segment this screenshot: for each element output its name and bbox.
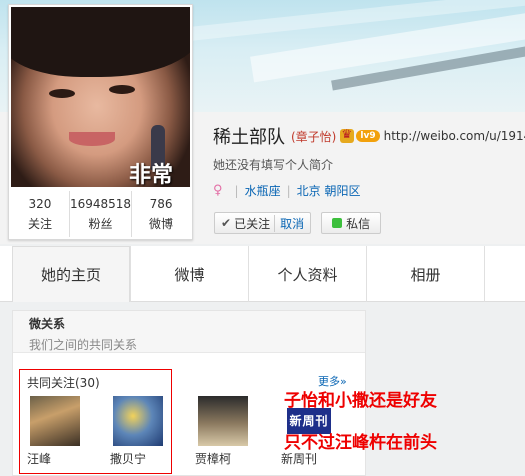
- tab-home[interactable]: 她的主页: [12, 246, 130, 302]
- message-icon: [332, 218, 343, 228]
- profile-real-name: (章子怡): [291, 129, 337, 144]
- stat-label: 粉丝: [88, 217, 113, 231]
- unfollow-link[interactable]: 取消: [274, 214, 304, 232]
- avatar-hair: [11, 7, 190, 77]
- friend-item[interactable]: 撒贝宁: [110, 396, 166, 467]
- relations-subtitle: 我们之间的共同关系: [29, 338, 138, 352]
- tab-more[interactable]: [484, 246, 524, 302]
- annotation-text: 子怡和小撒还是好友: [284, 391, 437, 411]
- friend-avatar[interactable]: [113, 396, 163, 446]
- constellation-link[interactable]: 水瓶座: [245, 182, 281, 199]
- stat-followers[interactable]: 16948518 粉丝: [69, 191, 133, 237]
- relations-header: 微关系 我们之间的共同关系: [13, 311, 365, 353]
- friend-item[interactable]: 汪峰: [27, 396, 83, 467]
- tab-weibo[interactable]: 微博: [130, 246, 248, 302]
- divider: |: [286, 183, 291, 198]
- stat-value: 786: [149, 197, 173, 211]
- avatar-poster-text: 非常: [129, 162, 174, 187]
- stat-weibo-count[interactable]: 786 微博: [132, 191, 190, 237]
- followed-button[interactable]: ✔ 已关注 取消: [214, 212, 312, 234]
- avatar-card: 非常 320 关注 16948518 粉丝 786 微博: [8, 4, 193, 240]
- tab-album[interactable]: 相册: [366, 246, 484, 302]
- profile-bio: 她还没有填写个人简介: [213, 158, 334, 172]
- annotation-text: 只不过汪峰杵在前头: [284, 433, 437, 453]
- check-icon: ✔: [221, 216, 232, 230]
- level-badge[interactable]: lv9: [356, 130, 380, 142]
- stat-value: 320: [28, 197, 52, 211]
- avatar-eye: [109, 85, 135, 94]
- friend-avatar[interactable]: [30, 396, 80, 446]
- friend-avatar[interactable]: [198, 396, 248, 446]
- profile-url[interactable]: http://weibo.com/u/1914: [384, 129, 525, 143]
- profile-actions: ✔ 已关注 取消 私信: [214, 212, 382, 234]
- friend-name[interactable]: 贾樟柯: [195, 450, 251, 467]
- profile-stats: 320 关注 16948518 粉丝 786 微博: [11, 191, 190, 237]
- stat-label: 关注: [27, 217, 52, 231]
- avatar-mouth: [69, 132, 115, 146]
- divider: |: [234, 183, 239, 198]
- avatar[interactable]: 非常: [11, 7, 190, 187]
- friend-name[interactable]: 汪峰: [27, 450, 83, 467]
- relations-title: 微关系: [29, 317, 66, 331]
- stat-value: 16948518: [69, 197, 132, 211]
- location-link[interactable]: 北京 朝阳区: [297, 182, 361, 199]
- followed-label: 已关注: [234, 216, 271, 231]
- female-icon: ♀: [213, 183, 223, 198]
- crown-icon[interactable]: [340, 127, 355, 143]
- profile-name-row: 稀土部队 (章子怡) lv9 http://weibo.com/u/1914: [213, 124, 525, 148]
- avatar-eye: [49, 89, 75, 98]
- message-button[interactable]: 私信: [321, 212, 382, 234]
- tab-profile-info[interactable]: 个人资料: [248, 246, 366, 302]
- stat-label: 微博: [149, 217, 174, 231]
- friend-name[interactable]: 撒贝宁: [110, 450, 166, 467]
- profile-nickname: 稀土部队: [213, 127, 285, 148]
- friend-item[interactable]: 贾樟柯: [195, 396, 251, 467]
- message-label: 私信: [346, 216, 371, 231]
- profile-meta: ♀ | 水瓶座 | 北京 朝阳区: [213, 182, 360, 199]
- stat-following[interactable]: 320 关注: [11, 191, 70, 237]
- mutual-following-title: 共同关注(30): [27, 376, 100, 390]
- profile-tabs: 她的主页 微博 个人资料 相册: [0, 246, 525, 302]
